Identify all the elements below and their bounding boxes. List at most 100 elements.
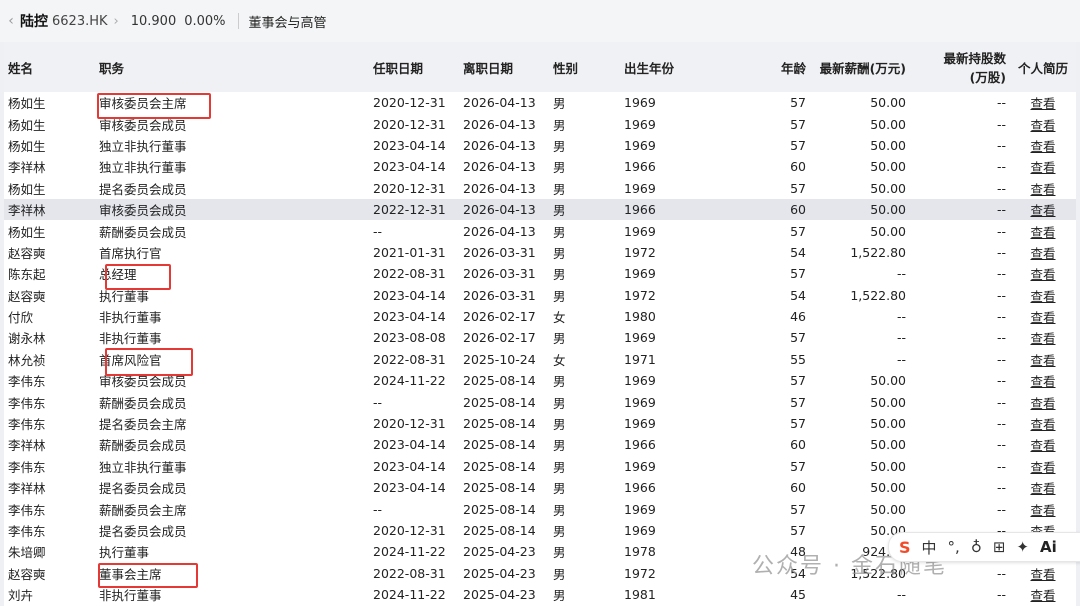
view-resume-link[interactable]: 查看 xyxy=(1030,139,1055,154)
table-row[interactable]: 付欣 非执行董事 2023-04-14 2026-02-17 女 1980 46 -- -- 查看 xyxy=(4,306,1076,327)
table-row[interactable]: 刘卉 非执行董事 2024-11-22 2025-04-23 男 1981 45 -- -- 查看 xyxy=(4,584,1076,605)
table-row[interactable]: 李伟东 薪酬委员会成员 -- 2025-08-14 男 1969 57 50.00 -- 查看 xyxy=(4,391,1076,412)
col-header-end-date[interactable]: 离职日期 xyxy=(459,42,549,92)
cell-salary: 50.00 xyxy=(870,116,906,132)
table-row[interactable]: 陈东起 总经理 2022-08-31 2026-03-31 男 1969 57 -- -- 查看 xyxy=(4,263,1076,284)
table-row[interactable]: 赵容奭 董事会主席 2022-08-31 2025-04-23 男 1972 54 1,522… xyxy=(4,563,1076,584)
cell-birth-year: 1969 xyxy=(624,501,656,517)
col-header-age[interactable]: 年龄 xyxy=(720,42,810,92)
cell-shares: -- xyxy=(996,223,1006,239)
cell-resume: 查看 xyxy=(1010,263,1076,284)
sogou-logo-icon[interactable]: S xyxy=(899,538,911,557)
col-header-resume[interactable]: 个人简历 xyxy=(1010,42,1076,92)
col-header-gender[interactable]: 性别 xyxy=(549,42,620,92)
cell-position: 总经理 xyxy=(99,267,137,283)
cell-position: 薪酬委员会成员 xyxy=(99,395,187,411)
skin-icon[interactable]: ✦ xyxy=(1016,538,1029,556)
view-resume-link[interactable]: 查看 xyxy=(1030,289,1055,304)
cell-age: 54 xyxy=(790,565,806,581)
view-resume-link[interactable]: 查看 xyxy=(1030,331,1055,346)
view-resume-link[interactable]: 查看 xyxy=(1030,310,1055,325)
table-row[interactable]: 赵容奭 首席执行官 2021-01-31 2026-03-31 男 1972 54 1,522… xyxy=(4,242,1076,263)
cell-position: 薪酬委员会主席 xyxy=(99,502,187,518)
chevron-right-icon[interactable]: › xyxy=(114,14,119,29)
cell-shares: -- xyxy=(996,458,1006,474)
table-row[interactable]: 李祥林 提名委员会成员 2023-04-14 2025-08-14 男 1966 60 50.… xyxy=(4,477,1076,498)
table-row[interactable]: 李伟东 审核委员会成员 2024-11-22 2025-08-14 男 1969 57 50.… xyxy=(4,370,1076,391)
cell-start-date: 2020-12-31 xyxy=(373,416,446,432)
table-row[interactable]: 李伟东 薪酬委员会主席 -- 2025-08-14 男 1969 57 50.00 -- 查看 xyxy=(4,498,1076,519)
cell-start-date: 2022-08-31 xyxy=(373,266,446,282)
view-resume-link[interactable]: 查看 xyxy=(1030,460,1055,475)
view-resume-link[interactable]: 查看 xyxy=(1030,588,1055,603)
view-resume-link[interactable]: 查看 xyxy=(1030,203,1055,218)
table-row[interactable]: 林允祯 首席风险官 2022-08-31 2025-10-24 女 1971 55 -- -- 查… xyxy=(4,349,1076,370)
table-row[interactable]: 杨如生 独立非执行董事 2023-04-14 2026-04-13 男 1969 57 50.… xyxy=(4,135,1076,156)
lang-toggle[interactable]: 中 xyxy=(922,537,937,558)
cell-shares: -- xyxy=(996,137,1006,153)
table-header-row: 姓名 职务 任职日期 离职日期 性别 出生年份 年龄 最新薪酬(万元) 最新持股… xyxy=(4,42,1076,92)
col-header-shares[interactable]: 最新持股数 (万股) xyxy=(910,42,1010,92)
view-resume-link[interactable]: 查看 xyxy=(1030,503,1055,518)
view-resume-link[interactable]: 查看 xyxy=(1030,481,1055,496)
stock-price: 10.900 xyxy=(130,13,177,29)
ai-assistant-button[interactable]: Ai xyxy=(1040,538,1057,556)
cell-age: 55 xyxy=(790,351,806,367)
microphone-icon[interactable]: ♁ xyxy=(971,538,982,556)
col-header-birth-year[interactable]: 出生年份 xyxy=(620,42,720,92)
view-resume-link[interactable]: 查看 xyxy=(1030,225,1055,240)
table-row[interactable]: 杨如生 审核委员会主席 2020-12-31 2026-04-13 男 1969 57 50.… xyxy=(4,92,1076,113)
cell-name: 朱培卿 xyxy=(8,545,46,561)
board-management-panel: 姓名 职务 任职日期 离职日期 性别 出生年份 年龄 最新薪酬(万元) 最新持股… xyxy=(4,42,1076,606)
cell-gender: 男 xyxy=(553,438,566,454)
table-row[interactable]: 李祥林 审核委员会成员 2022-12-31 2026-04-13 男 1966 60 50.… xyxy=(4,198,1076,221)
table-row[interactable]: 谢永林 非执行董事 2023-08-08 2026-02-17 男 1969 57 -- -- 查… xyxy=(4,327,1076,348)
cell-age: 57 xyxy=(790,523,806,538)
back-chevron-icon[interactable]: ‹ xyxy=(2,13,20,29)
cell-gender: 女 xyxy=(553,352,566,368)
view-resume-link[interactable]: 查看 xyxy=(1030,246,1055,261)
view-resume-link[interactable]: 查看 xyxy=(1030,417,1055,432)
cell-birth-year: 1969 xyxy=(624,223,656,239)
view-resume-link[interactable]: 查看 xyxy=(1030,567,1055,582)
cell-name: 李伟东 xyxy=(8,374,46,390)
cell-salary: 1,522.80 xyxy=(850,287,906,303)
cell-shares: -- xyxy=(996,287,1006,303)
view-resume-link[interactable]: 查看 xyxy=(1030,118,1055,133)
punctuation-icon[interactable]: °, xyxy=(948,538,960,556)
view-resume-link[interactable]: 查看 xyxy=(1030,438,1055,453)
cell-position: 独立非执行董事 xyxy=(99,138,187,154)
table-row[interactable]: 杨如生 薪酬委员会成员 -- 2026-04-13 男 1969 57 50.00 -- 查看 xyxy=(4,220,1076,241)
cell-position: 提名委员会主席 xyxy=(99,417,187,433)
table-row[interactable]: 李祥林 薪酬委员会成员 2023-04-14 2025-08-14 男 1966 60 50.… xyxy=(4,434,1076,455)
cell-age: 57 xyxy=(790,458,806,474)
cell-start-date: 2022-08-31 xyxy=(373,565,446,581)
view-resume-link[interactable]: 查看 xyxy=(1030,396,1055,411)
cell-gender: 男 xyxy=(553,502,566,518)
keyboard-icon[interactable]: ⊞ xyxy=(993,538,1006,556)
view-resume-link[interactable]: 查看 xyxy=(1030,374,1055,389)
cell-gender: 男 xyxy=(553,374,566,390)
table-row[interactable]: 李伟东 提名委员会主席 2020-12-31 2025-08-14 男 1969 57 50.… xyxy=(4,413,1076,434)
cell-shares: -- xyxy=(996,416,1006,432)
table-row[interactable]: 赵容奭 执行董事 2023-04-14 2026-03-31 男 1972 54 1,522.… xyxy=(4,285,1076,306)
col-header-start-date[interactable]: 任职日期 xyxy=(369,42,459,92)
table-row[interactable]: 杨如生 提名委员会成员 2020-12-31 2026-04-13 男 1969 57 50.… xyxy=(4,178,1076,199)
col-header-position[interactable]: 职务 xyxy=(95,42,369,92)
view-resume-link[interactable]: 查看 xyxy=(1030,182,1055,197)
view-resume-link[interactable]: 查看 xyxy=(1030,353,1055,368)
cell-position: 独立非执行董事 xyxy=(99,459,187,475)
cell-position: 审核委员会主席 xyxy=(99,96,187,112)
cell-name: 李伟东 xyxy=(8,524,46,539)
view-resume-link[interactable]: 查看 xyxy=(1030,96,1055,111)
cell-start-date: 2020-12-31 xyxy=(373,523,446,538)
cell-birth-year: 1971 xyxy=(624,351,656,367)
table-row[interactable]: 李伟东 独立非执行董事 2023-04-14 2025-08-14 男 1969 57 50.… xyxy=(4,456,1076,477)
cell-salary: -- xyxy=(896,309,906,325)
col-header-salary[interactable]: 最新薪酬(万元) xyxy=(810,42,910,92)
table-row[interactable]: 杨如生 审核委员会成员 2020-12-31 2026-04-13 男 1969 57 50.… xyxy=(4,113,1076,134)
table-row[interactable]: 李祥林 独立非执行董事 2023-04-14 2026-04-13 男 1966 60 50.… xyxy=(4,156,1076,177)
view-resume-link[interactable]: 查看 xyxy=(1030,160,1055,175)
col-header-name[interactable]: 姓名 xyxy=(4,42,95,92)
view-resume-link[interactable]: 查看 xyxy=(1030,267,1055,282)
